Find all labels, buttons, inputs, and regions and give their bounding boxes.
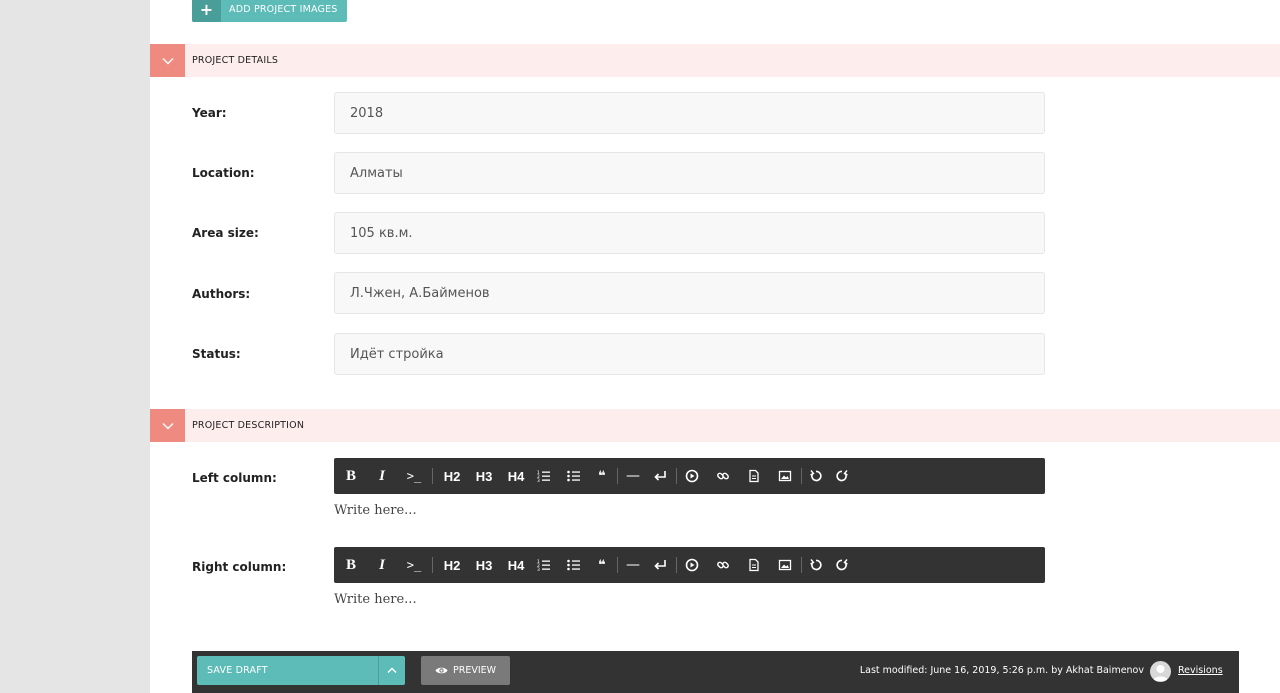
user-icon	[1153, 665, 1168, 681]
authors-input[interactable]	[334, 272, 1045, 314]
left-column-label: Left column:	[192, 471, 277, 485]
code-button[interactable]: >_	[404, 458, 424, 494]
project-details-title: PROJECT DETAILS	[192, 55, 279, 66]
image-icon[interactable]	[777, 547, 793, 583]
image-icon[interactable]	[777, 458, 793, 494]
location-label: Location:	[192, 166, 255, 180]
toolbar-separator	[676, 557, 677, 573]
year-label: Year:	[192, 106, 227, 120]
document-icon[interactable]	[746, 458, 762, 494]
video-icon[interactable]	[684, 547, 700, 583]
save-draft-label: SAVE DRAFT	[207, 665, 268, 676]
project-details-toggle[interactable]	[150, 44, 185, 77]
add-project-images-label: ADD PROJECT IMAGES	[229, 3, 338, 15]
code-button[interactable]: >_	[404, 547, 424, 583]
add-project-images-button[interactable]: + ADD PROJECT IMAGES	[192, 0, 347, 22]
revisions-link[interactable]: Revisions	[1178, 665, 1223, 676]
chevron-up-icon	[387, 667, 397, 673]
link-icon[interactable]	[715, 547, 731, 583]
right-column-editor[interactable]: Write here...	[334, 592, 417, 607]
undo-icon[interactable]	[808, 547, 824, 583]
save-options-toggle[interactable]	[378, 656, 405, 685]
bold-button[interactable]: B	[342, 547, 360, 583]
line-break-icon[interactable]	[652, 458, 668, 494]
quote-button[interactable]: ❝	[595, 458, 609, 494]
toolbar-separator	[432, 468, 433, 484]
location-input[interactable]	[334, 152, 1045, 194]
redo-icon[interactable]	[834, 458, 850, 494]
preview-label: PREVIEW	[452, 665, 497, 676]
horizontal-rule-button[interactable]: —	[624, 458, 642, 494]
project-description-title: PROJECT DESCRIPTION	[192, 420, 305, 431]
italic-button[interactable]: I	[373, 458, 391, 494]
unordered-list-icon[interactable]	[565, 458, 583, 494]
line-break-icon[interactable]	[652, 547, 668, 583]
left-column-toolbar: B I >_ H2 H3 H4 123 ❝ —	[334, 458, 1045, 494]
toolbar-separator	[676, 468, 677, 484]
eye-icon	[435, 667, 448, 674]
right-column-toolbar: B I >_ H2 H3 H4 123 ❝ —	[334, 547, 1045, 583]
link-icon[interactable]	[715, 458, 731, 494]
h3-button[interactable]: H3	[471, 458, 497, 494]
h2-button[interactable]: H2	[439, 458, 465, 494]
status-input[interactable]	[334, 333, 1045, 375]
right-column-label: Right column:	[192, 560, 287, 574]
toolbar-separator	[432, 557, 433, 573]
ordered-list-icon[interactable]: 123	[535, 547, 553, 583]
status-label: Status:	[192, 347, 241, 361]
last-modified-text: Last modified: June 16, 2019, 5:26 p.m. …	[859, 665, 1144, 676]
undo-icon[interactable]	[808, 458, 824, 494]
area-size-input[interactable]	[334, 212, 1045, 254]
ordered-list-icon[interactable]: 123	[535, 458, 553, 494]
video-icon[interactable]	[684, 458, 700, 494]
toolbar-separator	[801, 468, 802, 484]
left-column-editor[interactable]: Write here...	[334, 503, 417, 518]
authors-label: Authors:	[192, 287, 251, 301]
h4-button[interactable]: H4	[503, 458, 529, 494]
plus-icon: +	[192, 0, 221, 22]
project-description-header: PROJECT DESCRIPTION	[150, 409, 1280, 442]
svg-text:3: 3	[537, 567, 540, 572]
horizontal-rule-button[interactable]: —	[624, 547, 642, 583]
unordered-list-icon[interactable]	[565, 547, 583, 583]
chevron-down-icon	[162, 57, 173, 64]
redo-icon[interactable]	[834, 547, 850, 583]
document-icon[interactable]	[746, 547, 762, 583]
left-rail	[0, 0, 150, 693]
project-description-toggle[interactable]	[150, 409, 185, 442]
footer-action-bar: SAVE DRAFT PREVIEW Last modified: June 1…	[192, 651, 1239, 693]
toolbar-separator	[617, 557, 618, 573]
chevron-down-icon	[162, 422, 173, 429]
italic-button[interactable]: I	[373, 547, 391, 583]
area-size-label: Area size:	[192, 226, 259, 240]
h4-button[interactable]: H4	[503, 547, 529, 583]
toolbar-separator	[801, 557, 802, 573]
main-panel: + ADD PROJECT IMAGES PROJECT DETAILS Yea…	[150, 0, 1280, 693]
project-details-header: PROJECT DETAILS	[150, 44, 1280, 77]
avatar	[1150, 661, 1171, 682]
toolbar-separator	[617, 468, 618, 484]
preview-button[interactable]: PREVIEW	[421, 656, 510, 685]
quote-button[interactable]: ❝	[595, 547, 609, 583]
h2-button[interactable]: H2	[439, 547, 465, 583]
save-draft-button[interactable]: SAVE DRAFT	[197, 656, 405, 685]
svg-text:3: 3	[537, 478, 540, 483]
year-input[interactable]	[334, 92, 1045, 134]
h3-button[interactable]: H3	[471, 547, 497, 583]
bold-button[interactable]: B	[342, 458, 360, 494]
